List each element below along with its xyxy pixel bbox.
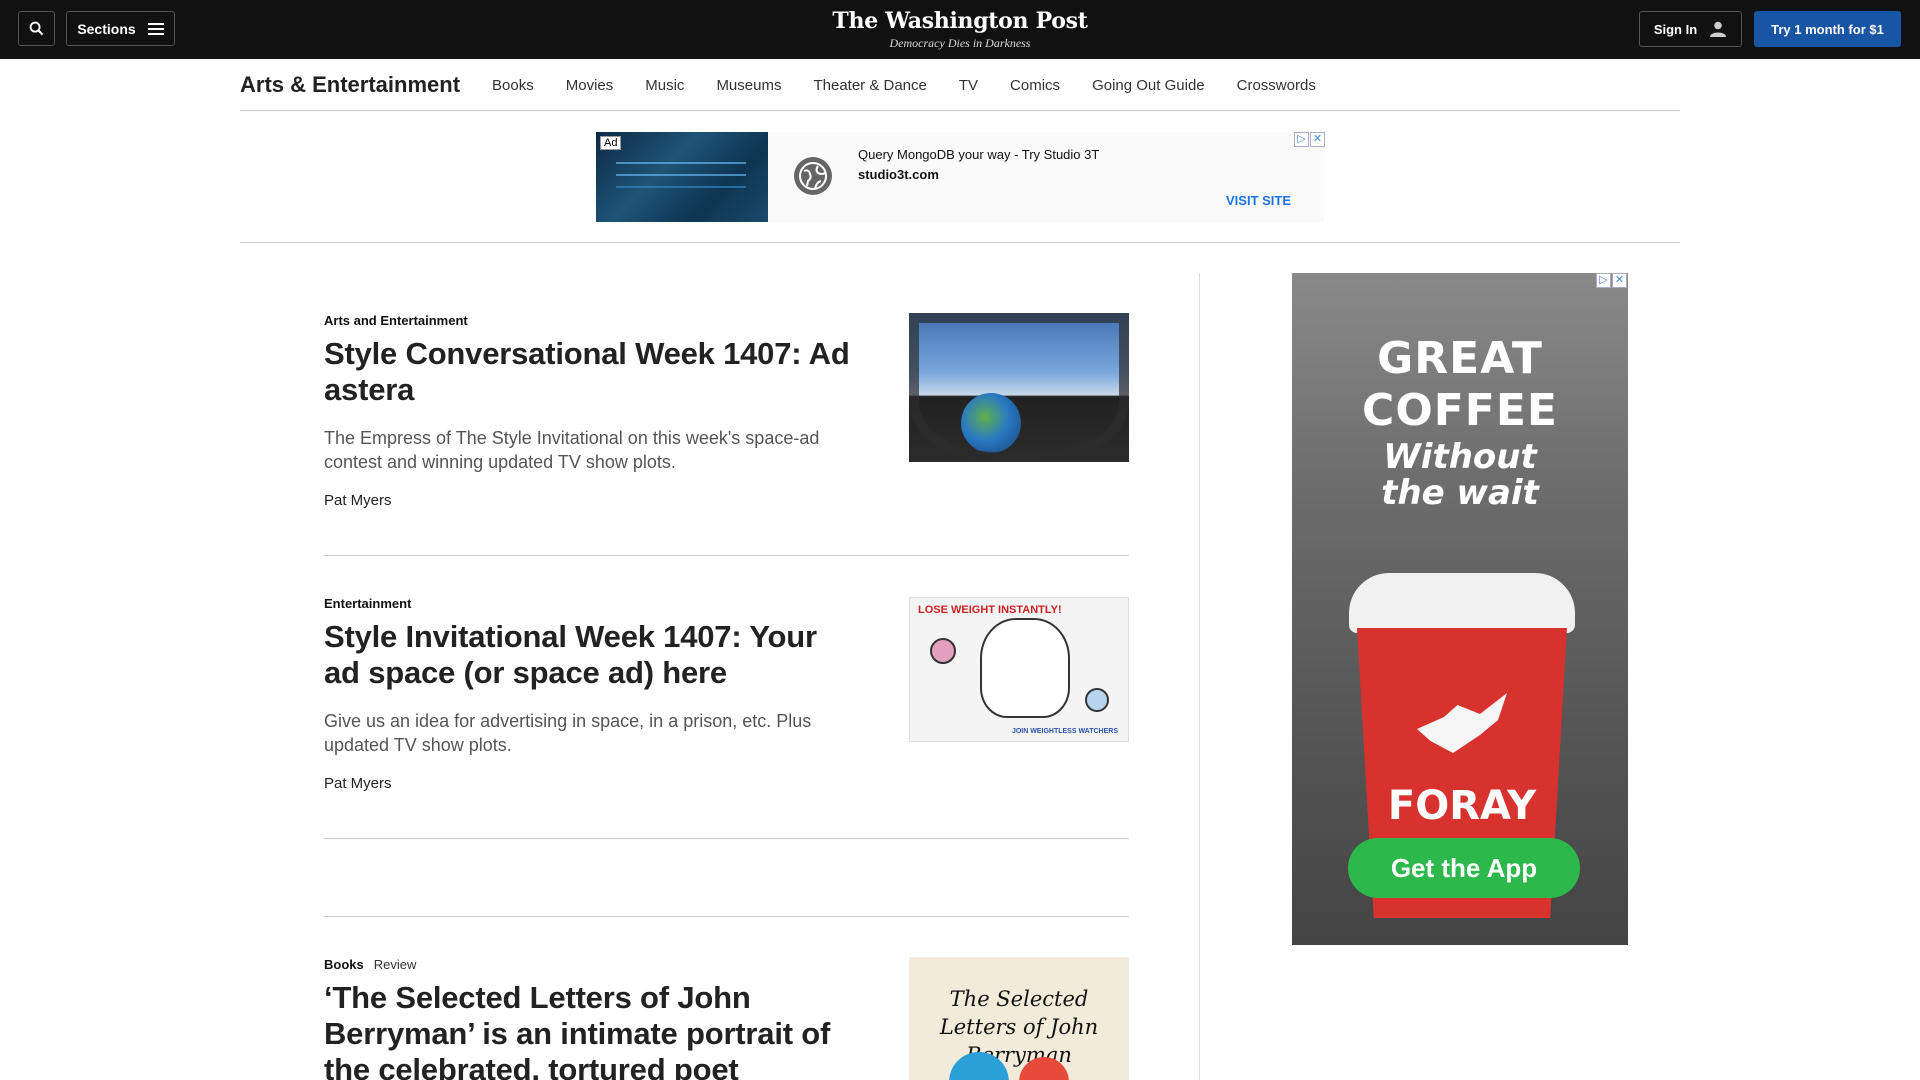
article-byline[interactable]: Pat Myers <box>324 492 1129 509</box>
adchoices-icon[interactable]: ▷ <box>1596 273 1611 288</box>
nav-link-movies[interactable]: Movies <box>566 77 614 94</box>
ad-subheadline: Without the wait <box>1381 437 1539 513</box>
nav-link-comics[interactable]: Comics <box>1010 77 1060 94</box>
nav-link-crosswords[interactable]: Crosswords <box>1237 77 1316 94</box>
ad-headline[interactable]: Query MongoDB your way - Try Studio 3T <box>858 147 1099 162</box>
close-icon[interactable]: ✕ <box>1612 273 1627 288</box>
adchoices-icon[interactable]: ▷ <box>1294 132 1309 147</box>
kicker-label: Review <box>373 957 417 972</box>
sections-button[interactable]: Sections <box>66 11 175 46</box>
divider <box>324 916 1129 917</box>
ad-domain[interactable]: studio3t.com <box>858 167 939 182</box>
search-icon <box>29 21 44 36</box>
article-headline[interactable]: Style Conversational Week 1407: Ad aster… <box>324 336 854 408</box>
article-thumbnail-space-station[interactable] <box>909 313 1129 462</box>
subscribe-button[interactable]: Try 1 month for $1 <box>1754 11 1901 47</box>
nav-link-going-out-guide[interactable]: Going Out Guide <box>1092 77 1205 94</box>
adchoices-controls[interactable]: ▷ ✕ <box>1294 132 1325 147</box>
ad-tag: Ad <box>600 136 622 150</box>
nav-link-museums[interactable]: Museums <box>716 77 781 94</box>
user-icon <box>1710 21 1727 37</box>
kicker-section[interactable]: Books <box>324 957 364 972</box>
sections-label: Sections <box>77 20 136 37</box>
article-byline[interactable]: Pat Myers <box>324 775 1129 792</box>
sign-in-button[interactable]: Sign In <box>1639 11 1742 47</box>
section-title[interactable]: Arts & Entertainment <box>240 72 460 98</box>
nav-link-books[interactable]: Books <box>492 77 534 94</box>
logo-title: The Washington Post <box>832 8 1088 34</box>
article-thumbnail-cartoon[interactable]: LOSE WEIGHT INSTANTLY! JOIN WEIGHTLESS W… <box>909 597 1129 742</box>
article-headline[interactable]: Style Invitational Week 1407: Your ad sp… <box>324 619 854 691</box>
visit-site-button[interactable]: VISIT SITE <box>1226 193 1291 208</box>
divider <box>240 242 1680 243</box>
article-blurb: Give us an idea for advertising in space… <box>324 711 812 755</box>
cartoon-caption: JOIN WEIGHTLESS WATCHERS <box>1011 728 1118 735</box>
article-blurb: The Empress of The Style Invitational on… <box>324 428 820 472</box>
top-bar: Sections The Washington Post Democracy D… <box>0 0 1920 59</box>
divider <box>324 838 1129 839</box>
section-nav: Arts & Entertainment Books Movies Music … <box>240 60 1680 111</box>
ad-image[interactable]: Ad <box>596 132 768 222</box>
top-banner-ad[interactable]: Ad Query MongoDB your way - Try Studio 3… <box>596 132 1325 222</box>
get-the-app-button[interactable]: Get the App <box>1348 838 1580 898</box>
adchoices-controls[interactable]: ▷ ✕ <box>1596 273 1627 288</box>
sign-in-label: Sign In <box>1653 21 1698 37</box>
close-icon[interactable]: ✕ <box>1310 132 1325 147</box>
logo-tagline: Democracy Dies in Darkness <box>889 36 1031 50</box>
globe-icon <box>794 157 832 195</box>
nav-link-theater-dance[interactable]: Theater & Dance <box>813 77 926 94</box>
hamburger-icon <box>147 22 164 35</box>
nav-link-tv[interactable]: TV <box>959 77 978 94</box>
book-cover-title: The Selected Letters of John Berryman <box>939 987 1099 1067</box>
side-ad[interactable]: GREAT COFFEE Without the wait FORAY coff… <box>1292 273 1628 945</box>
ad-brand: FORAY <box>1387 783 1537 829</box>
cartoon-title: LOSE WEIGHT INSTANTLY! <box>918 604 1062 616</box>
site-logo[interactable]: The Washington Post Democracy Dies in Da… <box>760 8 1160 51</box>
column-divider <box>1199 273 1200 1080</box>
search-button[interactable] <box>18 11 55 46</box>
article-headline[interactable]: ‘The Selected Letters of John Berryman’ … <box>324 980 854 1080</box>
divider <box>324 555 1129 556</box>
nav-link-music[interactable]: Music <box>645 77 684 94</box>
article-thumbnail-book-cover[interactable]: The Selected Letters of John Berryman <box>909 957 1129 1080</box>
ad-headline: GREAT COFFEE <box>1362 333 1558 436</box>
